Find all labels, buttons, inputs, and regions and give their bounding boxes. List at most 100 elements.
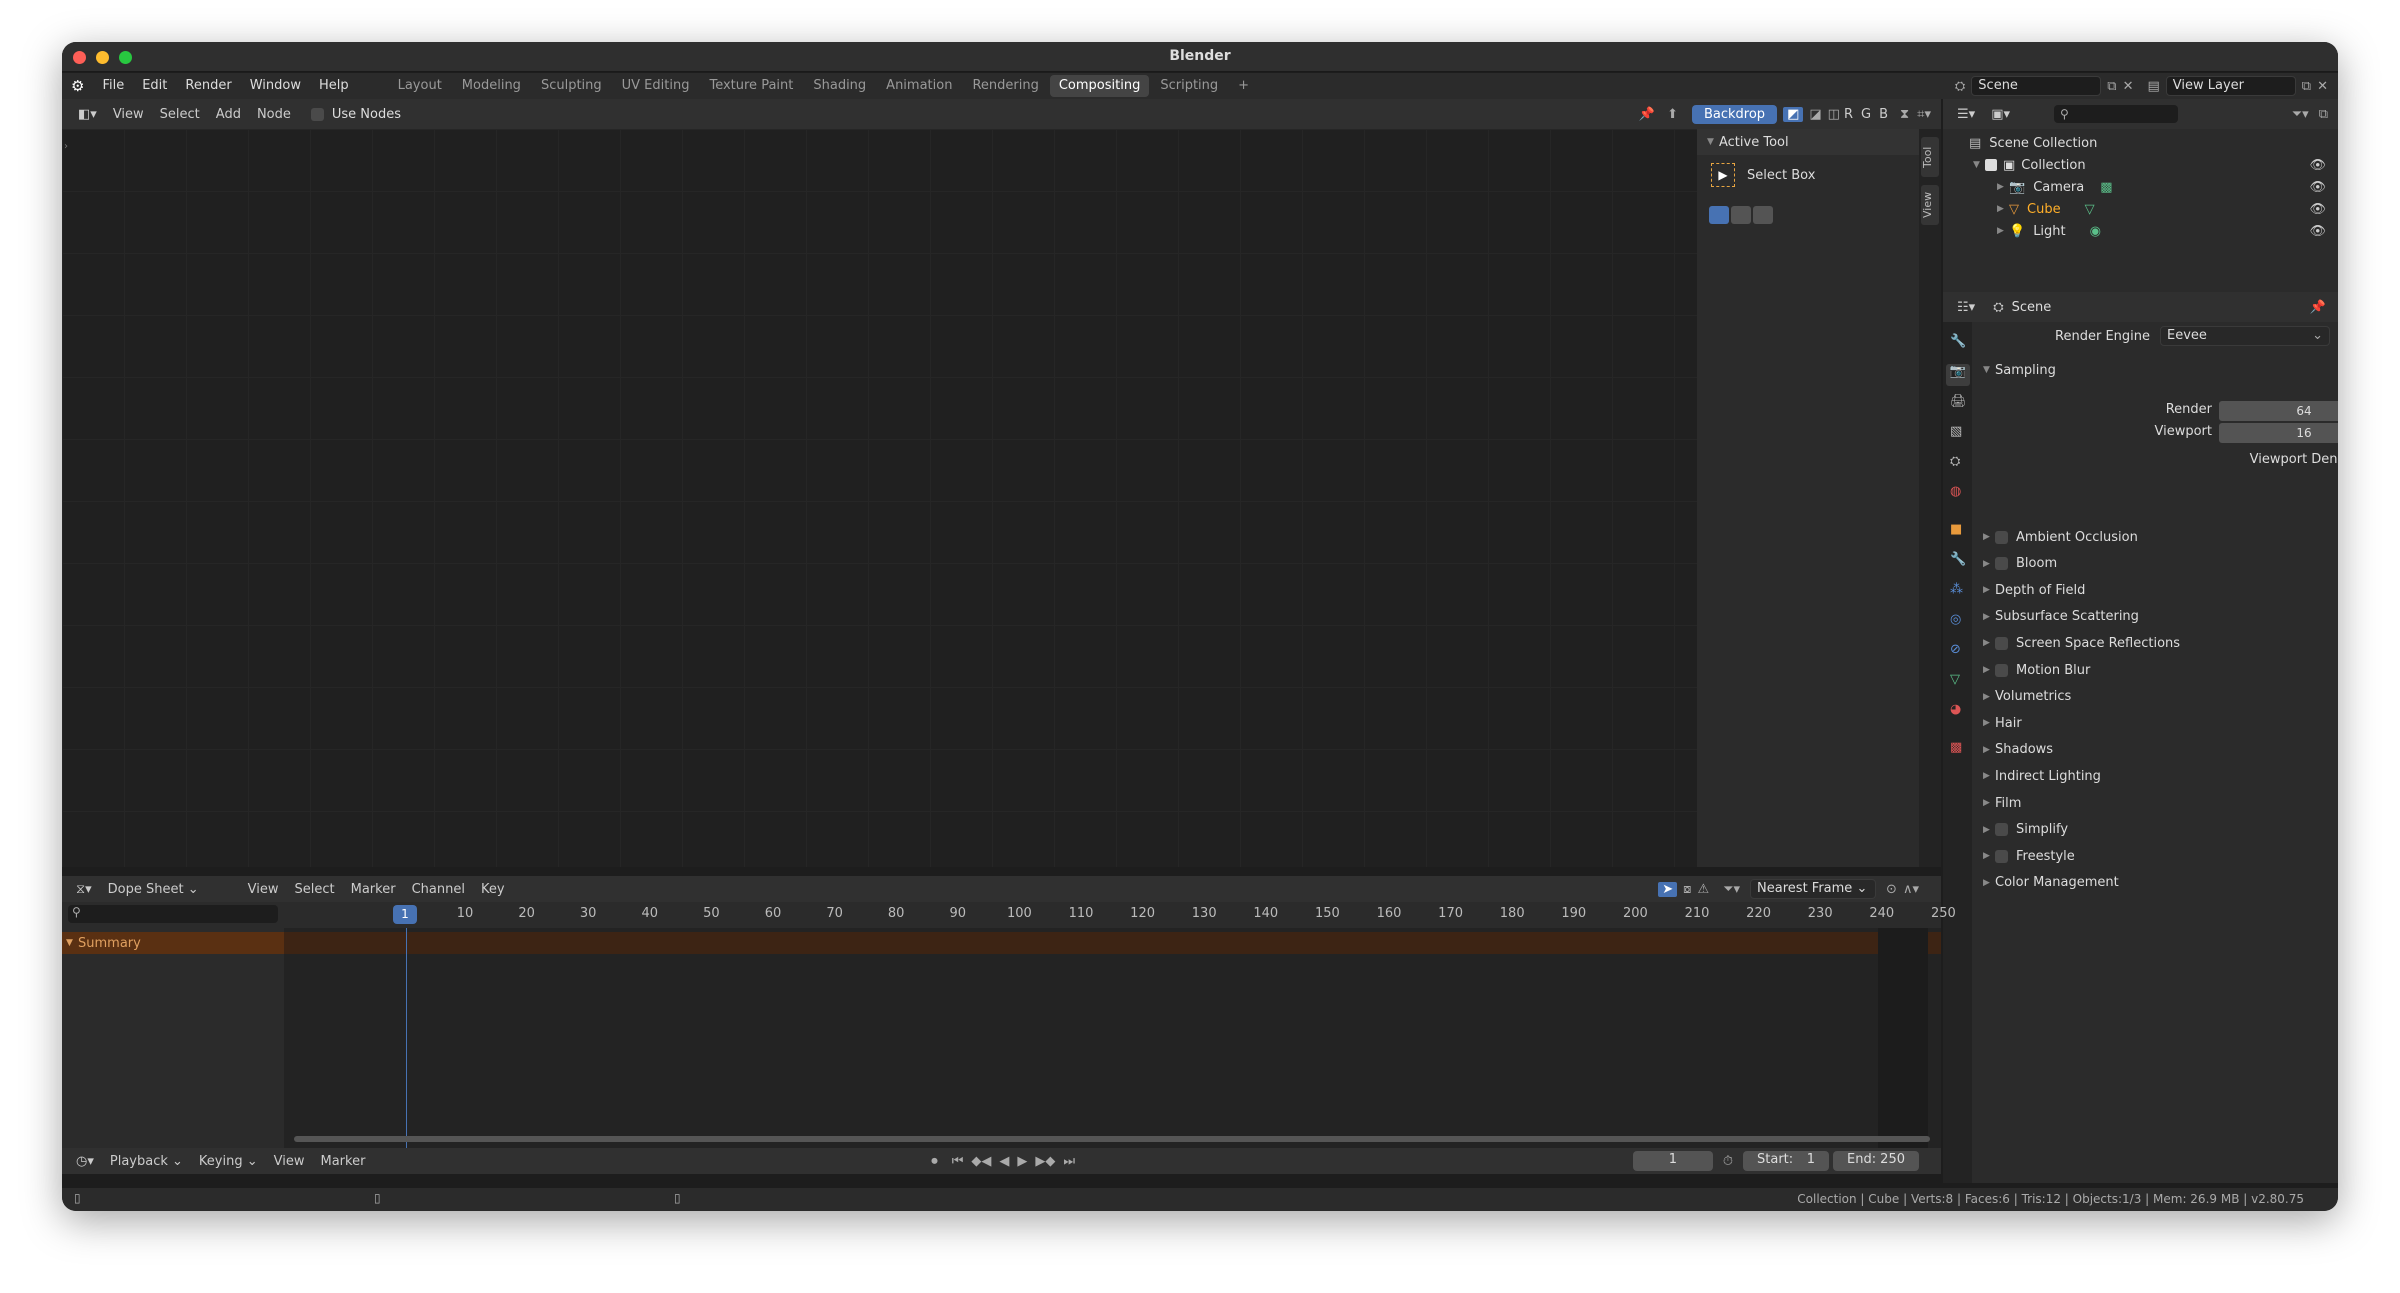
channel-rgb-icon[interactable]: ◩ bbox=[1783, 106, 1804, 122]
modifier-tab-icon[interactable]: 🔧 bbox=[1950, 552, 1966, 567]
visibility-eye-icon[interactable]: 👁 bbox=[2309, 202, 2326, 217]
render-engine-dropdown[interactable]: Eevee ⌄ bbox=[2160, 326, 2330, 346]
view-layer-tab-icon[interactable]: ▧ bbox=[1950, 424, 1962, 439]
expand-triangle-icon[interactable]: ▶ bbox=[1997, 182, 2009, 192]
viewport-samples-field[interactable]: 16 bbox=[2219, 423, 2338, 443]
select-box-tool[interactable]: ▶ Select Box bbox=[1711, 163, 1815, 187]
panel-volumetrics[interactable]: ▶ Volumetrics bbox=[1983, 685, 2323, 709]
falloff-icon[interactable]: ∧▾ bbox=[1903, 882, 1919, 897]
editor-type-icon[interactable]: ◧▾ bbox=[70, 107, 105, 122]
panel-motion-blur[interactable]: ▶ Motion Blur bbox=[1983, 658, 2323, 682]
select-subtract-icon[interactable] bbox=[1753, 206, 1773, 224]
snap-icon[interactable]: ⧗ bbox=[1900, 107, 1909, 122]
mesh-data-icon[interactable]: ▽ bbox=[2085, 202, 2095, 217]
play-reverse-icon[interactable]: ◀ bbox=[999, 1154, 1009, 1169]
select-extend-icon[interactable] bbox=[1731, 206, 1751, 224]
tab-animation[interactable]: Animation bbox=[877, 75, 961, 97]
play-icon[interactable]: ▶ bbox=[1017, 1154, 1027, 1169]
tab-view[interactable]: View bbox=[1921, 185, 1939, 225]
tab-tool[interactable]: Tool bbox=[1921, 137, 1939, 177]
select-new-icon[interactable] bbox=[1709, 206, 1729, 224]
horizontal-scrollbar[interactable] bbox=[294, 1136, 1930, 1142]
menu-view[interactable]: View bbox=[105, 107, 152, 122]
next-keyframe-icon[interactable]: ▶◆ bbox=[1035, 1154, 1055, 1169]
show-hidden-icon[interactable]: ⧇ bbox=[1683, 882, 1691, 897]
outliner-item-cube[interactable]: ▶ ▽ Cube ▽ 👁 bbox=[1997, 198, 2338, 220]
snap-mode-dropdown[interactable]: Nearest Frame ⌄ bbox=[1750, 879, 1877, 899]
channel-g-button[interactable]: G bbox=[1857, 107, 1875, 122]
menu-timeline-view[interactable]: View bbox=[266, 1154, 313, 1169]
tab-compositing[interactable]: Compositing bbox=[1049, 75, 1150, 97]
panel-depth-of-field[interactable]: ▶ Depth of Field bbox=[1983, 578, 2323, 602]
menu-node[interactable]: Node bbox=[249, 107, 299, 122]
output-tab-icon[interactable]: 🖨 bbox=[1950, 394, 1967, 409]
snap-options-icon[interactable]: ⌗▾ bbox=[1917, 107, 1931, 122]
dopesheet-editor-type-icon[interactable]: ⧖▾ bbox=[68, 882, 100, 897]
parent-node-icon[interactable]: ⬆ bbox=[1667, 107, 1678, 122]
tab-modeling[interactable]: Modeling bbox=[453, 75, 530, 97]
jump-end-icon[interactable]: ⏭ bbox=[1063, 1154, 1075, 1169]
visibility-eye-icon[interactable]: 👁 bbox=[2309, 158, 2326, 173]
collection-row[interactable]: ▼ ▣ Collection 👁 bbox=[1973, 154, 2338, 176]
only-errors-icon[interactable]: ⚠ bbox=[1697, 882, 1709, 897]
pin-icon[interactable]: 📌 bbox=[1639, 107, 1655, 122]
tab-texture-paint[interactable]: Texture Paint bbox=[700, 75, 802, 97]
mesh-data-tab-icon[interactable]: ▽ bbox=[1950, 672, 1960, 687]
world-tab-icon[interactable]: ◍ bbox=[1950, 484, 1961, 499]
use-nodes-checkbox[interactable] bbox=[310, 107, 324, 121]
menu-window[interactable]: Window bbox=[241, 73, 310, 99]
constraints-tab-icon[interactable]: ⊘ bbox=[1950, 642, 1961, 657]
dopesheet-body[interactable]: ⚲ ▼ Summary 1 10 20 30 40 50 60 70 80 90 100 110 12… bbox=[62, 902, 1956, 1148]
end-frame-field[interactable]: End: 250 bbox=[1833, 1151, 1919, 1171]
panel-enable-checkbox[interactable] bbox=[1995, 823, 2008, 837]
scene-icon[interactable]: ⛭ bbox=[1955, 79, 1965, 94]
jump-start-icon[interactable]: ⏮ bbox=[952, 1154, 964, 1169]
expand-triangle-icon[interactable]: ▼ bbox=[1973, 160, 1985, 170]
menu-select[interactable]: Select bbox=[152, 107, 208, 122]
summary-channel[interactable]: ▼ Summary bbox=[62, 932, 284, 954]
display-mode-icon[interactable]: ▣▾ bbox=[1983, 107, 2018, 122]
expand-triangle-icon[interactable]: ▶ bbox=[1997, 204, 2009, 214]
visibility-eye-icon[interactable]: 👁 bbox=[2309, 224, 2326, 239]
scene-selector[interactable]: Scene bbox=[1971, 76, 2102, 96]
camera-data-icon[interactable]: ▩ bbox=[2100, 180, 2112, 195]
view-layer-icon[interactable]: ▤ bbox=[2148, 79, 2160, 94]
menu-render[interactable]: Render bbox=[176, 73, 240, 99]
backdrop-toggle[interactable]: Backdrop bbox=[1691, 104, 1778, 124]
channel-b-button[interactable]: B bbox=[1875, 107, 1892, 122]
remove-view-layer-icon[interactable]: ✕ bbox=[2317, 79, 2328, 94]
tab-shading[interactable]: Shading bbox=[804, 75, 875, 97]
current-frame-field[interactable]: 1 bbox=[1632, 1151, 1713, 1171]
outliner-item-light[interactable]: ▶ 💡 Light ◉ 👁 bbox=[1997, 220, 2338, 242]
panel-enable-checkbox[interactable] bbox=[1995, 849, 2008, 863]
menu-dope-key[interactable]: Key bbox=[473, 882, 513, 897]
panel-shadows[interactable]: ▶ Shadows bbox=[1983, 738, 2323, 762]
new-collection-icon[interactable]: ⧉ bbox=[2319, 107, 2328, 122]
menu-dope-view[interactable]: View bbox=[240, 882, 287, 897]
panel-hair[interactable]: ▶ Hair bbox=[1983, 711, 2323, 735]
tool-tab-icon[interactable]: 🔧 bbox=[1950, 334, 1966, 349]
menu-dope-channel[interactable]: Channel bbox=[404, 882, 473, 897]
panel-screen-space-reflections[interactable]: ▶ Screen Space Reflections bbox=[1983, 631, 2323, 655]
outliner-editor-type-icon[interactable]: ☰▾ bbox=[1949, 107, 1983, 122]
panel-enable-checkbox[interactable] bbox=[1995, 557, 2008, 571]
filter-icon[interactable]: ⏷▾ bbox=[1723, 882, 1740, 897]
sampling-panel-header[interactable]: ▼ Sampling bbox=[1983, 358, 2330, 382]
view-layer-selector[interactable]: View Layer bbox=[2165, 76, 2296, 96]
panel-simplify[interactable]: ▶ Simplify bbox=[1983, 818, 2323, 842]
render-samples-field[interactable]: 64 bbox=[2219, 401, 2338, 421]
menu-dope-marker[interactable]: Marker bbox=[343, 882, 404, 897]
scene-tab-icon[interactable]: ⛭ bbox=[1950, 454, 1960, 469]
remove-scene-icon[interactable]: ✕ bbox=[2123, 79, 2134, 94]
outliner-search-input[interactable]: ⚲ bbox=[2054, 105, 2178, 123]
panel-enable-checkbox[interactable] bbox=[1995, 636, 2008, 650]
properties-editor-type-icon[interactable]: ☷▾ bbox=[1949, 300, 1983, 315]
node-editor-canvas[interactable]: › bbox=[62, 129, 1697, 867]
panel-film[interactable]: ▶ Film bbox=[1983, 791, 2323, 815]
object-tab-icon[interactable]: ■ bbox=[1950, 522, 1962, 537]
texture-tab-icon[interactable]: ▩ bbox=[1950, 740, 1962, 755]
menu-timeline-marker[interactable]: Marker bbox=[312, 1154, 373, 1169]
menu-file[interactable]: File bbox=[93, 73, 133, 99]
menu-help[interactable]: Help bbox=[310, 73, 358, 99]
expand-triangle-icon[interactable]: ▶ bbox=[1997, 226, 2009, 236]
